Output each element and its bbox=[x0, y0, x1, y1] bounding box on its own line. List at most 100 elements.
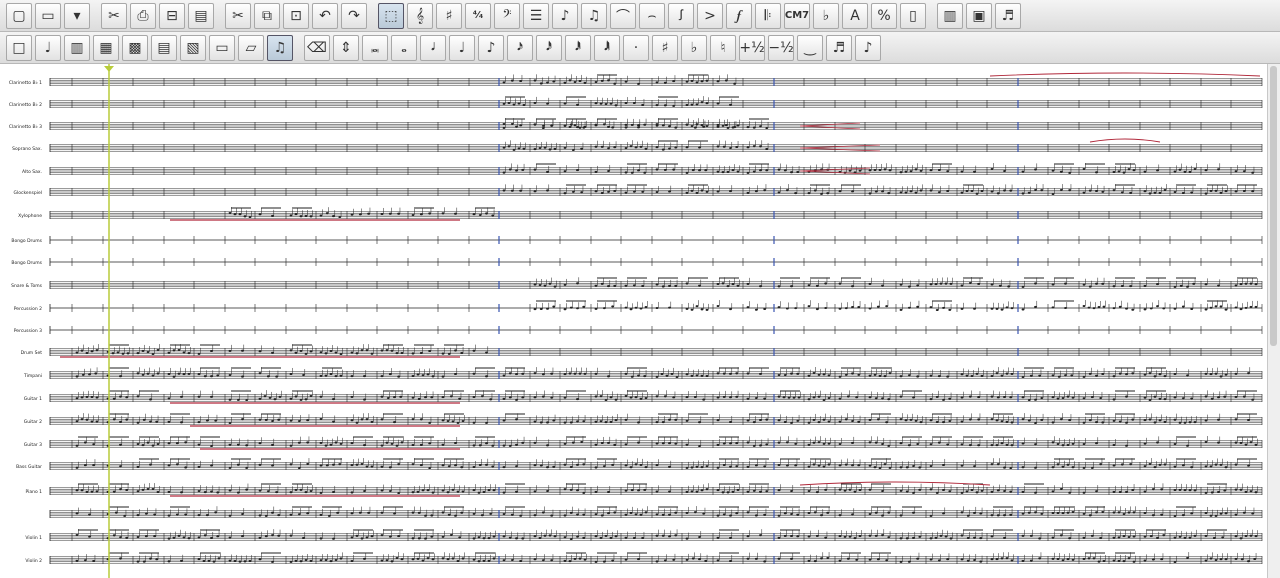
tie-button[interactable]: ⌢ bbox=[639, 2, 665, 29]
note-head bbox=[672, 168, 676, 171]
tie-entry-button[interactable]: ‿ bbox=[797, 34, 823, 61]
note-head bbox=[294, 488, 298, 491]
note-head bbox=[338, 215, 342, 218]
clef-tool-button[interactable]: 𝄞 bbox=[407, 2, 433, 29]
time-signature-button[interactable]: ⁴⁄₄ bbox=[465, 2, 491, 29]
note-head bbox=[1204, 511, 1208, 514]
note-head bbox=[763, 308, 767, 311]
note-head bbox=[573, 124, 577, 127]
special-tools-button[interactable]: ▥ bbox=[937, 2, 963, 29]
stepper-button[interactable]: ⇕ bbox=[333, 34, 359, 61]
note-head bbox=[380, 375, 384, 378]
note-head bbox=[868, 534, 872, 537]
page-grid-button[interactable]: ▩ bbox=[122, 34, 148, 61]
grid-button[interactable]: ▦ bbox=[93, 34, 119, 61]
note-head bbox=[1234, 372, 1238, 375]
speedy-entry-button[interactable]: ♫ bbox=[581, 2, 607, 29]
tuplet-entry-button[interactable]: ♬ bbox=[826, 34, 852, 61]
note-head bbox=[630, 123, 634, 126]
chord-button[interactable]: CM7 bbox=[784, 2, 810, 29]
redo-button[interactable]: ↷ bbox=[341, 2, 367, 29]
cut-disabled-button[interactable]: ✂ bbox=[101, 2, 127, 29]
note-head bbox=[355, 352, 359, 355]
note-head bbox=[690, 103, 694, 106]
note-head bbox=[851, 372, 854, 375]
note-head bbox=[119, 443, 122, 446]
repeat-button[interactable]: 𝄆 bbox=[755, 2, 781, 29]
page-view-button[interactable]: ⊟ bbox=[159, 2, 185, 29]
note-head bbox=[916, 305, 920, 308]
dynamic-button[interactable]: 𝆑 bbox=[726, 2, 752, 29]
grace-note-button[interactable]: ♪ bbox=[855, 34, 881, 61]
note-head bbox=[88, 513, 91, 516]
eighth-note-button[interactable]: ♪ bbox=[478, 34, 504, 61]
hyperscribe-button[interactable]: ♩ bbox=[35, 34, 61, 61]
half-note-button[interactable]: 𝅗𝅥 bbox=[420, 34, 446, 61]
score-canvas[interactable]: Clarinetto B♭ 1Clarinetto B♭ 2Clarinetto… bbox=[0, 64, 1268, 578]
open-folder-button[interactable]: ▭ bbox=[35, 2, 61, 29]
note-head bbox=[1148, 463, 1152, 466]
note-head bbox=[868, 396, 872, 399]
note-head bbox=[624, 536, 628, 539]
sharp-button[interactable]: ♯ bbox=[652, 34, 678, 61]
flat-button[interactable]: ♭ bbox=[681, 34, 707, 61]
note-head bbox=[716, 489, 720, 492]
dot-button[interactable]: · bbox=[623, 34, 649, 61]
paste-button[interactable]: ⊡ bbox=[283, 2, 309, 29]
natural-button[interactable]: ♮ bbox=[710, 34, 736, 61]
quarter-note-button[interactable]: ♩ bbox=[449, 34, 475, 61]
staff-button[interactable]: ☰ bbox=[523, 2, 549, 29]
undo-button[interactable]: ↶ bbox=[312, 2, 338, 29]
sixty-fourth-button[interactable]: 𝅘𝅥𝅱 bbox=[565, 34, 591, 61]
articulation-button[interactable]: > bbox=[697, 2, 723, 29]
note-sheet-button[interactable]: ▱ bbox=[238, 34, 264, 61]
bass-clef-button[interactable]: 𝄢 bbox=[494, 2, 520, 29]
scrollbar-thumb[interactable] bbox=[1270, 66, 1277, 346]
library-button[interactable]: ▤ bbox=[188, 2, 214, 29]
note-head bbox=[668, 284, 671, 287]
note-head bbox=[388, 373, 392, 376]
whole-note-button[interactable]: 𝅝 bbox=[391, 34, 417, 61]
print-button[interactable]: ⎙ bbox=[130, 2, 156, 29]
page-button[interactable]: ▭ bbox=[209, 34, 235, 61]
page-layout-button[interactable]: ▯ bbox=[900, 2, 926, 29]
note-head bbox=[576, 513, 579, 516]
open-menu-button[interactable]: ▾ bbox=[64, 2, 90, 29]
half-step-up-button[interactable]: +½ bbox=[739, 34, 765, 61]
note-head bbox=[1005, 306, 1009, 309]
simple-entry-button[interactable]: □ bbox=[6, 34, 32, 61]
note-head bbox=[1092, 307, 1096, 310]
tuplet-button[interactable]: ⌒ bbox=[610, 2, 636, 29]
one-twenty-eighth-button[interactable]: 𝅘𝅥𝅲 bbox=[594, 34, 620, 61]
note-head bbox=[360, 537, 364, 540]
graphics-button[interactable]: ▣ bbox=[966, 2, 992, 29]
expression-button[interactable]: ꭍ bbox=[668, 2, 694, 29]
scissors-button[interactable]: ✂ bbox=[225, 2, 251, 29]
note-head bbox=[629, 145, 633, 148]
sixteenth-note-button[interactable]: 𝅘𝅥𝅯 bbox=[507, 34, 533, 61]
staff-label: Xylophone bbox=[18, 213, 42, 219]
selection-tool-button[interactable]: ⬚ bbox=[378, 2, 404, 29]
text-button[interactable]: A bbox=[842, 2, 868, 29]
half-step-down-button[interactable]: −½ bbox=[768, 34, 794, 61]
note-head bbox=[508, 168, 512, 171]
print-preview-button[interactable]: ▧ bbox=[180, 34, 206, 61]
thirty-second-button[interactable]: 𝅘𝅥𝅰 bbox=[536, 34, 562, 61]
note-head bbox=[935, 491, 939, 494]
resize-button[interactable]: % bbox=[871, 2, 897, 29]
score-manager-button[interactable]: ▤ bbox=[151, 34, 177, 61]
vertical-scrollbar[interactable] bbox=[1267, 64, 1280, 578]
eraser-button[interactable]: ⌫ bbox=[304, 34, 330, 61]
playback-button[interactable]: ♫ bbox=[267, 34, 293, 61]
key-signature-button[interactable]: ♯ bbox=[436, 2, 462, 29]
measure-button[interactable]: ▥ bbox=[64, 34, 90, 61]
lyrics-button[interactable]: ♭ bbox=[813, 2, 839, 29]
copy-button[interactable]: ⧉ bbox=[254, 2, 280, 29]
note-head bbox=[228, 536, 232, 539]
new-document-button[interactable]: ▢ bbox=[6, 2, 32, 29]
double-whole-button[interactable]: 𝅜 bbox=[362, 34, 388, 61]
note-head bbox=[539, 464, 543, 467]
staff-label: Clarinetto B♭ 3 bbox=[9, 124, 42, 130]
mixer-button[interactable]: ♬ bbox=[995, 2, 1021, 29]
note-entry-button[interactable]: ♪ bbox=[552, 2, 578, 29]
